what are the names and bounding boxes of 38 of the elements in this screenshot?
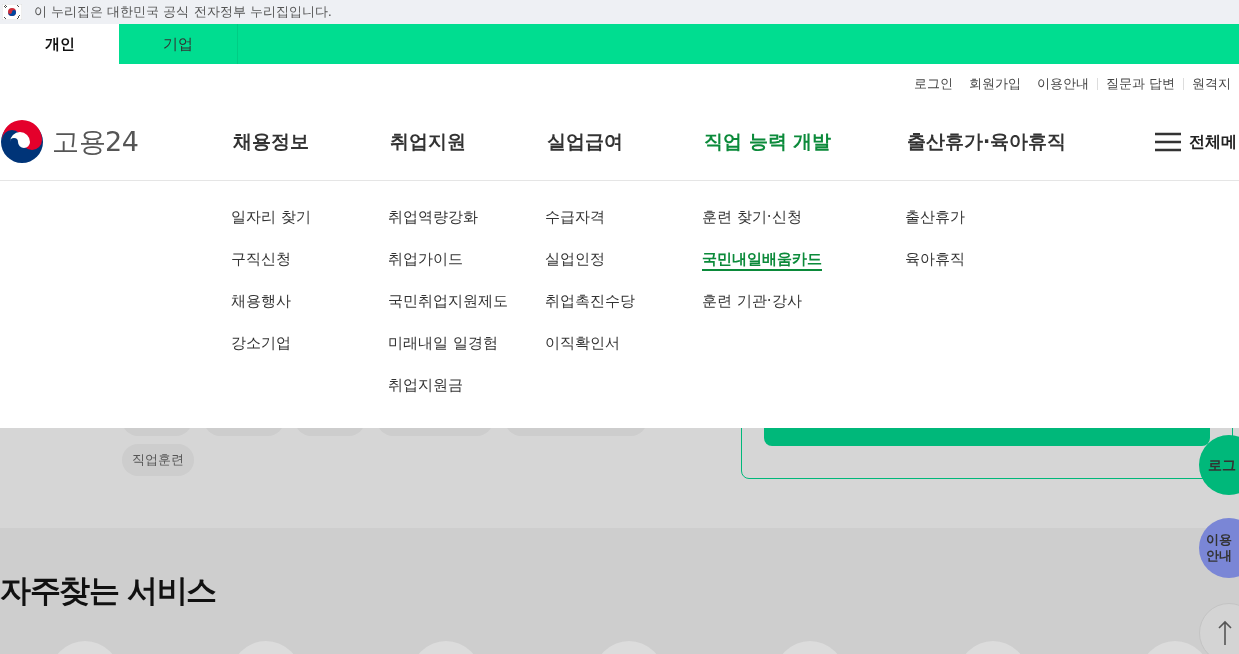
submenu-link[interactable]: 취업가이드 — [388, 247, 463, 289]
tag-chip[interactable]: 직업훈련 — [122, 444, 194, 476]
submenu-link[interactable]: 일자리 찾기 — [231, 205, 311, 247]
gov-banner-text: 이 누리집은 대한민국 공식 전자정부 누리집입니다. — [34, 3, 332, 21]
logo-text[interactable]: 고용24 — [52, 124, 139, 160]
submenu-link[interactable]: 강소기업 — [231, 331, 291, 373]
utility-link[interactable]: 이용안내 — [1028, 75, 1097, 93]
utility-link[interactable]: 질문과 답변 — [1097, 75, 1183, 93]
nav-item[interactable]: 채용정보 — [233, 129, 309, 155]
submenu-link[interactable]: 취업촉진수당 — [545, 289, 635, 331]
submenu-link[interactable]: 육아휴직 — [905, 247, 965, 289]
submenu-link[interactable]: 채용행사 — [231, 289, 291, 331]
flag-icon — [2, 4, 22, 20]
nav-item[interactable]: 취업지원 — [390, 129, 466, 155]
submenu-link[interactable]: 국민취업지원제도 — [388, 289, 508, 331]
submenu-link[interactable]: 취업역량강화 — [388, 205, 478, 247]
submenu-link[interactable]: 구직신청 — [231, 247, 291, 289]
utility-link[interactable]: 로그인 — [905, 75, 961, 93]
all-menu-label[interactable]: 전체메 — [1189, 131, 1237, 153]
nav-item[interactable]: 직업 능력 개발 — [704, 129, 832, 155]
submenu-link[interactable]: 출산휴가 — [905, 205, 965, 247]
arrow-up-icon — [1218, 620, 1232, 646]
submenu-link[interactable]: 수급자격 — [545, 205, 605, 247]
submenu-link[interactable]: 취업지원금 — [388, 373, 463, 415]
utility-link[interactable]: 회원가입 — [960, 75, 1029, 93]
submenu-link[interactable]: 훈련 찾기·신청 — [702, 205, 802, 247]
audience-tab[interactable]: 개인 — [0, 24, 119, 64]
nav-item[interactable]: 출산휴가·육아휴직 — [907, 129, 1067, 155]
submenu-link[interactable]: 국민내일배움카드 — [702, 247, 822, 289]
menu-icon[interactable] — [1155, 132, 1181, 152]
nav-item[interactable]: 실업급여 — [547, 129, 623, 155]
submenu-link[interactable]: 미래내일 일경험 — [388, 331, 498, 373]
submenu-link[interactable]: 실업인정 — [545, 247, 605, 289]
audience-tab[interactable]: 기업 — [119, 24, 238, 64]
utility-link[interactable]: 원격지 — [1184, 75, 1239, 93]
section-title: 자주찾는 서비스 — [0, 571, 216, 610]
submenu-link[interactable]: 훈련 기관·강사 — [702, 289, 802, 331]
submenu-link[interactable]: 이직확인서 — [545, 331, 620, 373]
